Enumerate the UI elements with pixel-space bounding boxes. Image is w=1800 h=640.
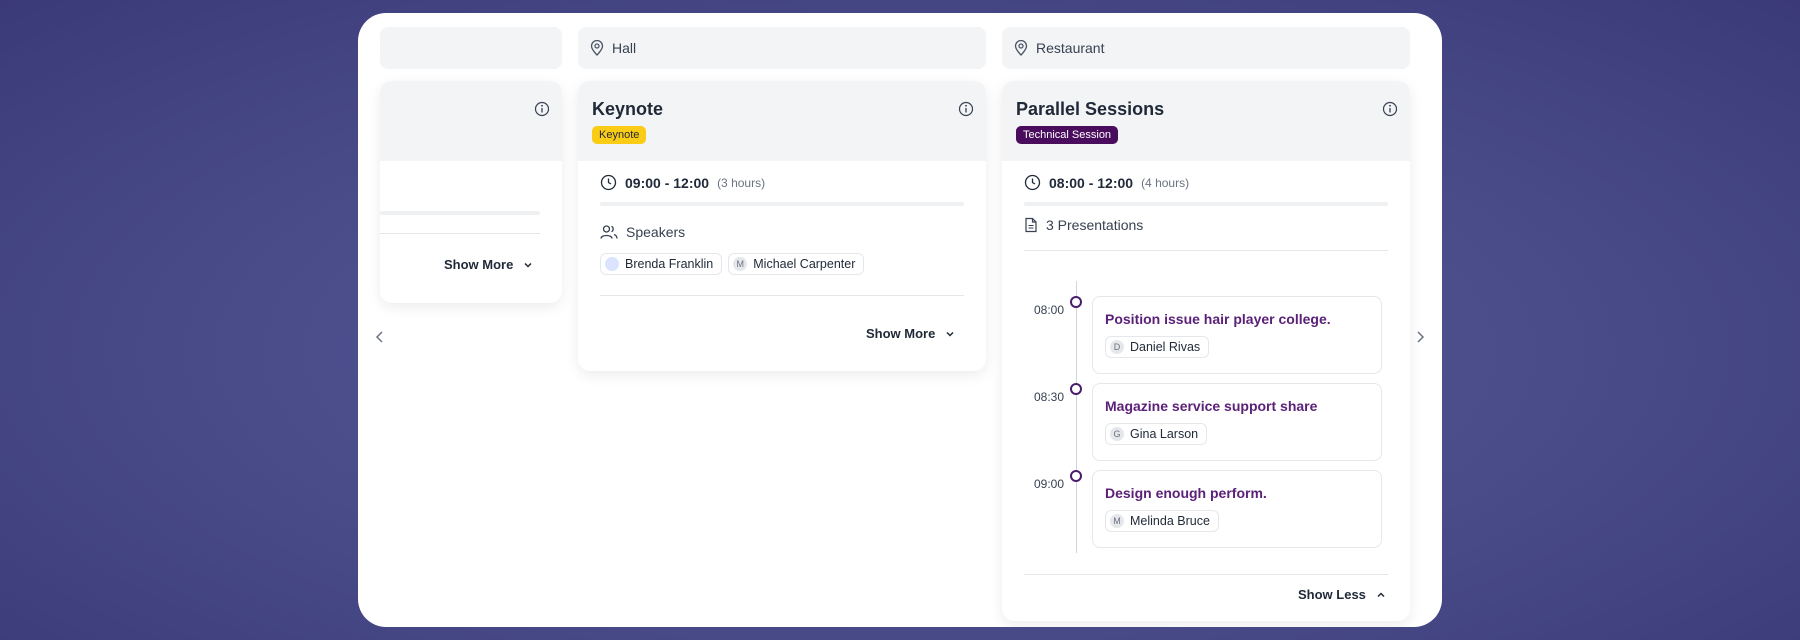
speaker-name: Daniel Rivas (1130, 340, 1201, 354)
speaker-name: Gina Larson (1130, 427, 1199, 441)
chevron-left-icon[interactable] (374, 329, 386, 345)
timeline-dot (1070, 383, 1082, 395)
card-header: Parallel Sessions Technical Session (1002, 81, 1410, 161)
location-name: Restaurant (1036, 40, 1105, 56)
presentation-time: 09:00 (1034, 477, 1065, 491)
session-time: 09:00 - 12:00 (3 hours) (600, 174, 964, 191)
presentation-title: Position issue hair player college. (1105, 311, 1331, 327)
avatar: M (733, 257, 748, 271)
presentation-card[interactable]: Position issue hair player college. D Da… (1092, 296, 1382, 374)
speaker-name: Melinda Bruce (1130, 514, 1210, 528)
speaker-chip[interactable]: M Michael Carpenter (728, 253, 865, 275)
presentation-title: Magazine service support share (1105, 398, 1318, 414)
divider (380, 233, 540, 234)
session-time: 08:00 - 12:00 (4 hours) (1024, 174, 1388, 191)
location-name: Hall (612, 40, 637, 56)
time-range: 09:00 - 12:00 (625, 174, 710, 191)
divider (600, 295, 964, 296)
speaker-name: Brenda Franklin (625, 257, 714, 271)
card-header: Keynote Keynote (578, 81, 986, 161)
chevron-down-icon (946, 331, 954, 337)
time-progress-bar (600, 202, 964, 206)
chevron-right-icon[interactable] (1414, 329, 1426, 345)
info-icon[interactable] (1382, 101, 1398, 117)
presentations-count: 3 Presentations (1046, 217, 1144, 233)
avatar: G (1110, 427, 1124, 441)
avatar: M (1110, 514, 1124, 528)
info-icon[interactable] (534, 101, 550, 117)
duration: (4 hours) (1141, 175, 1190, 190)
presentation-card[interactable]: Magazine service support share G Gina La… (1092, 383, 1382, 461)
show-less-label: Show Less (1298, 587, 1366, 602)
timeline-dot (1070, 296, 1082, 308)
map-pin-icon (1014, 40, 1028, 56)
session-title: Parallel Sessions (1016, 99, 1165, 119)
info-icon[interactable] (958, 101, 974, 117)
session-card-left: Show More (380, 81, 562, 303)
speaker-chip[interactable]: G Gina Larson (1105, 423, 1208, 445)
presentation-title: Design enough perform. (1105, 485, 1267, 501)
session-card-parallel: Parallel Sessions Technical Session 08:0… (1002, 81, 1410, 621)
timeline-dot (1070, 470, 1082, 482)
location-header-hall: Hall (578, 27, 986, 69)
speaker-list: Brenda Franklin M Michael Carpenter (600, 253, 964, 275)
speakers-label: Speakers (626, 224, 686, 240)
clock-icon (1024, 174, 1041, 191)
chevron-down-icon (524, 262, 532, 268)
location-header-restaurant: Restaurant (1002, 27, 1410, 69)
show-more-label: Show More (444, 257, 514, 272)
speaker-chip[interactable]: Brenda Franklin (600, 253, 723, 275)
speaker-name: Michael Carpenter (753, 257, 856, 271)
show-more-button[interactable]: Show More (866, 326, 955, 341)
chevron-up-icon (1377, 591, 1385, 597)
clock-icon (600, 174, 617, 191)
presentation-card[interactable]: Design enough perform. M Melinda Bruce (1092, 470, 1382, 548)
card-header (380, 81, 562, 161)
avatar (605, 257, 619, 271)
time-progress-bar (1024, 202, 1388, 206)
timeline-line (1076, 281, 1077, 553)
session-card-keynote: Keynote Keynote 09:00 - 12:00 (3 hours) … (578, 81, 986, 371)
avatar: D (1110, 340, 1124, 354)
session-type-badge: Technical Session (1016, 126, 1119, 144)
presentation-time: 08:30 (1034, 390, 1065, 404)
divider (1024, 574, 1388, 575)
session-type-badge: Keynote (592, 126, 647, 144)
document-icon (1025, 217, 1037, 233)
users-icon (600, 225, 618, 239)
duration: (3 hours) (717, 175, 766, 190)
speaker-chip[interactable]: M Melinda Bruce (1105, 510, 1219, 532)
time-range: 08:00 - 12:00 (1049, 174, 1134, 191)
show-more-label: Show More (866, 326, 936, 341)
presentation-time: 08:00 (1034, 303, 1065, 317)
schedule-panel: Show More Hall Keynote Keynote 09:00 - 1… (358, 13, 1442, 627)
time-progress-bar (380, 211, 540, 215)
show-more-button[interactable]: Show More (444, 257, 533, 272)
show-less-button[interactable]: Show Less (1298, 587, 1386, 602)
session-title: Keynote (592, 99, 664, 119)
divider (1024, 250, 1388, 251)
map-pin-icon (590, 40, 604, 56)
location-header-left (380, 27, 562, 69)
presentations-heading: 3 Presentations (1024, 217, 1388, 233)
speakers-heading: Speakers (600, 224, 964, 240)
speaker-chip[interactable]: D Daniel Rivas (1105, 336, 1210, 358)
